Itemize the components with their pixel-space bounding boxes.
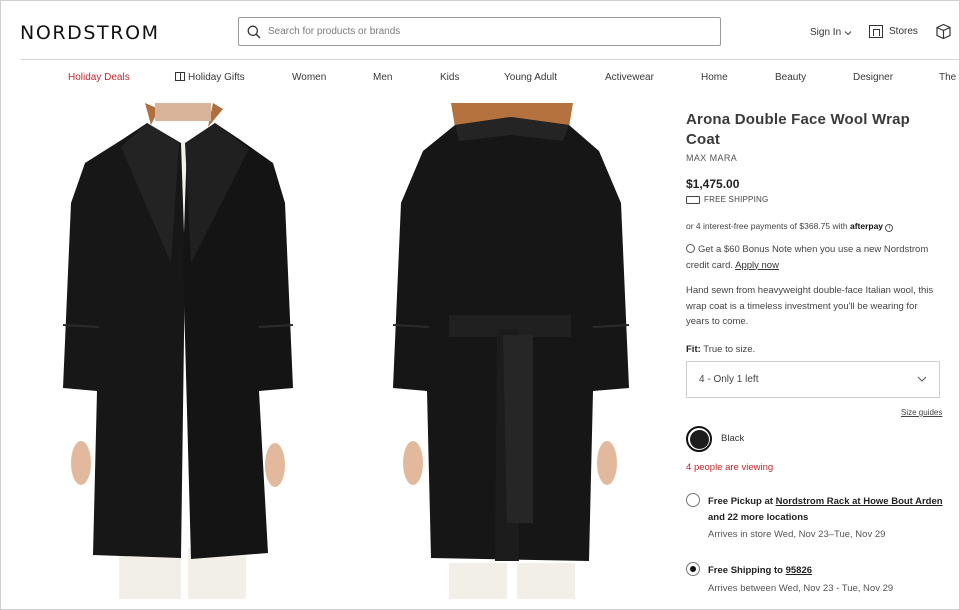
free-shipping-badge: FREE SHIPPING [686,195,768,204]
viewing-number: 4 [686,462,692,473]
viewing-count: 4 people are viewing [686,462,773,473]
shipping-zip-link[interactable]: 95826 [786,565,812,576]
pickup-prefix: Free Pickup at [708,496,773,507]
size-guides-link[interactable]: Size guides [901,408,942,417]
nav-holiday-gifts[interactable]: Holiday Gifts [175,72,245,83]
pickup-store-link[interactable]: Nordstrom Rack at Howe Bout Arden [776,496,943,507]
shipping-arrival: Arrives between Wed, Nov 23 - Tue, Nov 2… [708,583,894,594]
color-name: Black [721,433,745,444]
afterpay-text: or 4 interest-free payments of $368.75 w… [686,221,848,231]
apply-now-link[interactable]: Apply now [735,260,779,271]
shipping-prefix: Free Shipping to [708,565,783,576]
shipping-title: Free Shipping to 95826 [708,563,948,579]
search-bar[interactable] [238,17,721,46]
size-dropdown[interactable]: 4 - Only 1 left [686,361,940,398]
pickup-radio[interactable] [686,493,700,507]
shipping-radio[interactable] [686,562,700,576]
product-brand-link[interactable]: MAX MARA [686,153,737,163]
gift-icon [175,72,185,81]
fit-label: Fit: [686,344,701,355]
product-price: $1,475.00 [686,177,740,191]
bag-icon [936,23,951,40]
afterpay-logo: afterpay [849,221,884,231]
pickup-title: Free Pickup at Nordstrom Rack at Howe Bo… [708,494,948,526]
info-icon[interactable]: i [885,224,894,232]
nav-women[interactable]: Women [292,72,326,83]
shopping-bag-button[interactable] [935,23,952,45]
bonus-text: Get a $60 Bonus Note when you use a new … [686,244,929,271]
nav-designer[interactable]: Designer [853,72,893,83]
size-selected-value: 4 - Only 1 left [699,374,759,385]
nordstrom-logo[interactable]: NORDSTROM [20,22,160,44]
pickup-arrival: Arrives in store Wed, Nov 23–Tue, Nov 29 [708,529,886,540]
stores-label: Stores [889,26,918,37]
product-description: Hand sewn from heavyweight double-face I… [686,285,934,327]
fit-info: Fit: True to size. [686,344,755,355]
pickup-more-locations[interactable]: and 22 more locations [708,512,808,523]
swatch-fill [689,429,709,449]
product-title: Arona Double Face Wool Wrap Coat [686,111,911,148]
header-divider [21,59,959,60]
chevron-down-icon [844,30,852,35]
nav-the[interactable]: The [939,72,956,83]
sign-in-label: Sign In [810,27,842,38]
nav-beauty[interactable]: Beauty [775,72,806,83]
product-image-front[interactable] [63,103,299,599]
nav-home[interactable]: Home [701,72,728,83]
afterpay-message: or 4 interest-free payments of $368.75 w… [686,221,894,232]
nav-kids[interactable]: Kids [440,72,459,83]
viewing-text: people are viewing [693,462,774,473]
product-image-back[interactable] [393,103,631,599]
stores-link[interactable]: Stores [869,25,918,38]
main-nav: Holiday Deals Holiday Gifts Women Men Ki… [1,72,960,86]
sign-in-menu[interactable]: Sign In [810,27,852,38]
nordstrom-card-icon [686,244,695,253]
store-icon [869,25,883,38]
search-input[interactable] [268,26,688,37]
shipping-option[interactable]: Free Shipping to 95826 Arrives between W… [686,560,946,600]
chevron-down-icon [917,376,927,382]
fit-value: True to size. [703,344,756,355]
nav-activewear[interactable]: Activewear [605,72,654,83]
nav-holiday-deals[interactable]: Holiday Deals [68,72,130,83]
pickup-option[interactable]: Free Pickup at Nordstrom Rack at Howe Bo… [686,491,946,551]
truck-icon [686,195,700,204]
color-swatch-black[interactable] [686,426,712,452]
free-shipping-label: FREE SHIPPING [704,195,769,204]
search-icon [247,25,261,38]
nav-men[interactable]: Men [373,72,392,83]
bonus-note-promo: Get a $60 Bonus Note when you use a new … [686,242,946,273]
nav-young-adult[interactable]: Young Adult [504,72,557,83]
nav-holiday-gifts-label: Holiday Gifts [188,72,245,83]
